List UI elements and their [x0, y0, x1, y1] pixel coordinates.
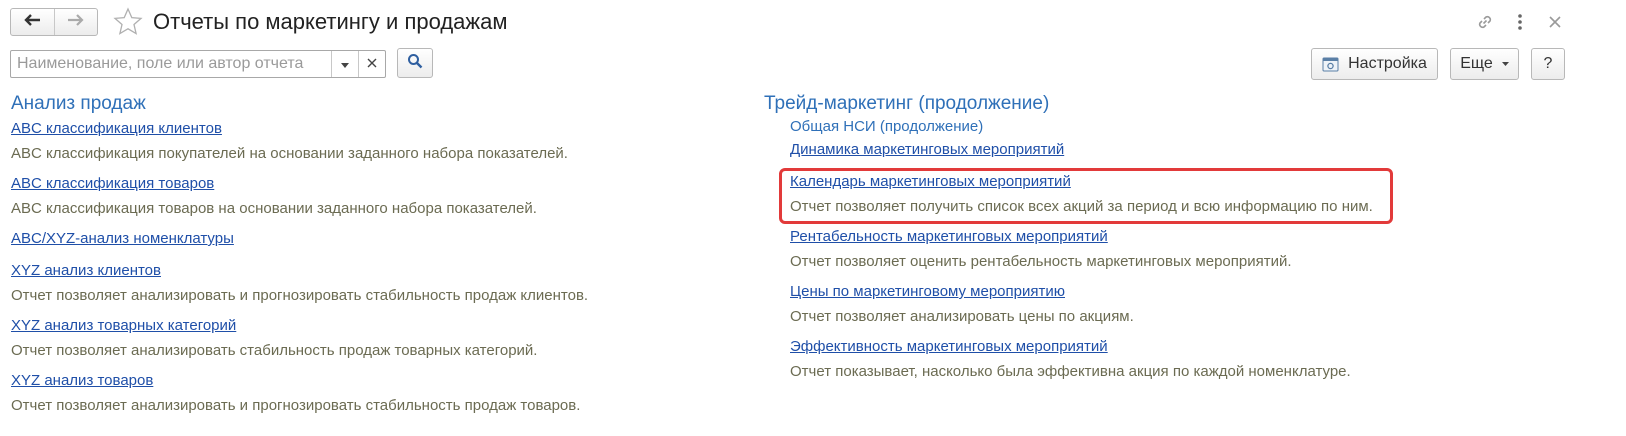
- report-link-abc-clients[interactable]: ABC классификация клиентов: [11, 119, 222, 139]
- report-link-marketing-calendar[interactable]: Календарь маркетинговых мероприятий: [790, 172, 1071, 192]
- close-icon[interactable]: [1543, 10, 1567, 34]
- more-button[interactable]: Еще: [1450, 48, 1519, 80]
- settings-panel-icon: [1322, 56, 1339, 72]
- section-title-trade-marketing: Трейд-маркетинг (продолжение): [764, 93, 1050, 114]
- arrow-right-icon: [67, 13, 85, 32]
- section-title-sales-analysis: Анализ продаж: [11, 93, 146, 114]
- arrow-left-icon: [23, 13, 41, 32]
- report-description: Отчет позволяет анализировать цены по ак…: [790, 308, 1134, 325]
- search-dropdown-button[interactable]: [331, 51, 358, 77]
- search-button[interactable]: [397, 48, 433, 78]
- kebab-menu-icon[interactable]: [1508, 10, 1532, 34]
- search-clear-button[interactable]: [358, 51, 385, 77]
- report-description: Отчет показывает, насколько была эффекти…: [790, 363, 1351, 380]
- report-link-marketing-prices[interactable]: Цены по маркетинговому мероприятию: [790, 282, 1065, 302]
- report-description: ABC классификация покупателей на основан…: [11, 145, 568, 162]
- report-link-abc-xyz-nomenclature[interactable]: ABC/XYZ-анализ номенклатуры: [11, 229, 234, 249]
- settings-label: Настройка: [1348, 55, 1427, 72]
- report-description: Отчет позволяет оценить рентабельность м…: [790, 253, 1292, 270]
- report-description: Отчет позволяет анализировать и прогнози…: [11, 397, 581, 414]
- settings-button[interactable]: Настройка: [1311, 48, 1438, 80]
- report-link-marketing-profitability[interactable]: Рентабельность маркетинговых мероприятий: [790, 227, 1108, 247]
- star-icon[interactable]: [113, 7, 143, 37]
- report-link-abc-goods[interactable]: ABC классификация товаров: [11, 174, 214, 194]
- report-link-marketing-efficiency[interactable]: Эффективность маркетинговых мероприятий: [790, 337, 1108, 357]
- report-description: Отчет позволяет получить список всех акц…: [790, 198, 1373, 215]
- more-label: Еще: [1460, 55, 1493, 72]
- report-link-xyz-clients[interactable]: XYZ анализ клиентов: [11, 261, 161, 281]
- subgroup-title: Общая НСИ (продолжение): [790, 118, 984, 135]
- back-button[interactable]: [11, 9, 54, 35]
- help-button[interactable]: ?: [1531, 48, 1565, 80]
- report-link-xyz-goods[interactable]: XYZ анализ товаров: [11, 371, 153, 391]
- report-description: Отчет позволяет анализировать стабильнос…: [11, 342, 538, 359]
- report-link-xyz-categories[interactable]: XYZ анализ товарных категорий: [11, 316, 236, 336]
- report-link-marketing-dynamics[interactable]: Динамика маркетинговых мероприятий: [790, 140, 1064, 160]
- page-title: Отчеты по маркетингу и продажам: [153, 9, 508, 34]
- navigation-buttons: [10, 8, 98, 36]
- magnifier-icon: [407, 53, 423, 74]
- link-icon[interactable]: [1473, 10, 1497, 34]
- triangle-down-icon: [341, 55, 349, 73]
- search-input[interactable]: [11, 51, 331, 77]
- report-description: ABC классификация товаров на основании з…: [11, 200, 537, 217]
- triangle-down-icon: [1501, 62, 1509, 66]
- forward-button[interactable]: [53, 9, 98, 35]
- report-description: Отчет позволяет анализировать и прогнози…: [11, 287, 589, 304]
- help-label: ?: [1543, 55, 1553, 72]
- close-icon: [367, 55, 377, 73]
- search-field: [10, 50, 386, 78]
